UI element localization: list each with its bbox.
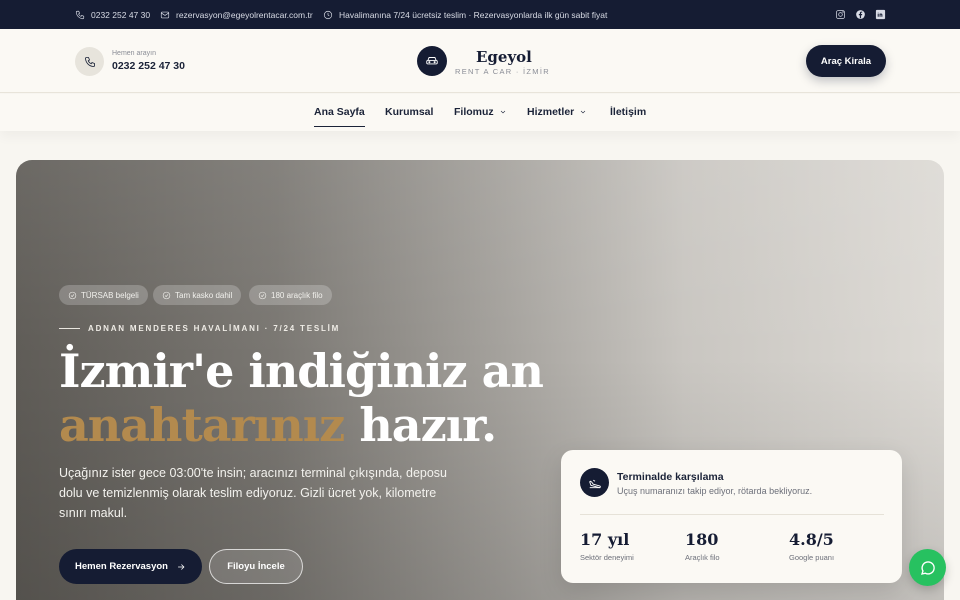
phone-icon xyxy=(84,56,95,67)
hero-section: TÜRSAB belgeli Tam kasko dahil 180 araçl… xyxy=(16,160,944,600)
topbar-phone-link[interactable]: 0232 252 47 30 xyxy=(75,0,150,29)
headline-highlight: anahtarınız xyxy=(59,398,345,452)
stat-value: 4.8/5 xyxy=(789,530,834,549)
nav-item-label: Filomuz xyxy=(454,106,494,118)
hero-lead: Uçağınız ister gece 03:00'te insin; arac… xyxy=(59,466,448,520)
reserve-button-label: Hemen Rezervasyon xyxy=(75,561,168,572)
stat-label: Google puanı xyxy=(789,553,835,562)
card-icon xyxy=(580,468,609,497)
badge-insurance: Tam kasko dahil xyxy=(153,285,242,305)
stat-label: Araçlık filo xyxy=(685,553,720,562)
card-description: Uçuş numaranızı takip ediyor, rötarda be… xyxy=(617,486,813,496)
topbar-phone: 0232 252 47 30 xyxy=(91,9,151,20)
main-nav: Ana Sayfa Kurumsal Filomuz Hizmetler İle… xyxy=(0,94,960,131)
headline-line-2: anahtarınız hazır. xyxy=(59,398,543,452)
brand-subtitle: RENT A CAR · İZMİR xyxy=(455,67,550,76)
nav-item-contact[interactable]: İletişim xyxy=(610,94,646,130)
whatsapp-button[interactable] xyxy=(909,549,946,586)
stat-experience: 17 yıl Sektör deneyimi xyxy=(580,530,634,562)
clock-icon xyxy=(323,10,333,19)
car-icon xyxy=(426,57,438,65)
stat-fleet: 180 Araçlık filo xyxy=(685,530,720,562)
arrow-right-icon xyxy=(178,563,185,570)
badge-fleet: 180 araçlık filo xyxy=(249,285,332,305)
linkedin-icon[interactable] xyxy=(875,9,886,20)
instagram-icon[interactable] xyxy=(835,9,846,20)
headline-rest: hazır. xyxy=(344,398,497,452)
nav-item-label: Kurumsal xyxy=(385,106,434,118)
call-button[interactable] xyxy=(75,47,104,76)
brand-name[interactable]: Egeyol xyxy=(476,48,532,66)
nav-item-home[interactable]: Ana Sayfa xyxy=(314,97,365,127)
mail-icon xyxy=(160,11,170,18)
nav-item-services[interactable]: Hizmetler xyxy=(527,94,587,130)
check-circle-icon xyxy=(258,291,267,299)
view-fleet-button[interactable]: Filoyu İncele xyxy=(209,549,303,584)
stat-value: 180 xyxy=(685,530,719,549)
nav-item-label: Ana Sayfa xyxy=(314,105,365,118)
card-title: Terminalde karşılama xyxy=(617,471,724,483)
hero-eyebrow: ADNAN MENDERES HAVALİMANI · 7/24 TESLİM xyxy=(88,324,341,333)
card-divider xyxy=(580,514,884,515)
nav-item-corporate[interactable]: Kurumsal xyxy=(385,94,433,130)
site-header: Hemen arayın 0232 252 47 30 Egeyol RENT … xyxy=(0,29,960,93)
badge-label: TÜRSAB belgeli xyxy=(81,290,139,300)
logo-badge[interactable] xyxy=(417,46,447,76)
top-bar: 0232 252 47 30 rezervasyon@egeyolrentaca… xyxy=(0,0,960,29)
hero-headline: İzmir'e indiğiniz an anahtarınız hazır. xyxy=(59,344,544,452)
phone-icon xyxy=(75,10,85,19)
stat-value: 17 yıl xyxy=(580,530,630,549)
eyebrow-divider xyxy=(59,328,80,329)
reserve-button[interactable]: Hemen Rezervasyon xyxy=(59,549,202,584)
topbar-notice-text: Havalimanına 7/24 ücretsiz teslim · Reze… xyxy=(339,9,608,20)
rent-car-button[interactable]: Araç Kirala xyxy=(806,45,886,77)
plane-landing-icon xyxy=(588,479,601,488)
chevron-down-icon xyxy=(581,110,586,114)
stat-label: Sektör deneyimi xyxy=(580,553,634,562)
call-label: Hemen arayın xyxy=(112,50,156,57)
nav-item-label: İletişim xyxy=(610,106,647,118)
badge-tursab: TÜRSAB belgeli xyxy=(59,285,148,305)
pickup-info-card: Terminalde karşılama Uçuş numaranızı tak… xyxy=(561,450,902,583)
stat-rating: 4.8/5 Google puanı xyxy=(789,530,834,562)
badge-label: Tam kasko dahil xyxy=(175,290,233,300)
topbar-notice: Havalimanına 7/24 ücretsiz teslim · Reze… xyxy=(323,0,607,29)
headline-line-1: İzmir'e indiğiniz an xyxy=(59,344,544,398)
nav-item-label: Hizmetler xyxy=(527,106,575,118)
check-circle-icon xyxy=(68,291,77,299)
facebook-icon[interactable] xyxy=(855,9,866,20)
topbar-email: rezervasyon@egeyolrentacar.com.tr xyxy=(176,9,313,20)
chevron-down-icon xyxy=(500,110,505,114)
call-number[interactable]: 0232 252 47 30 xyxy=(112,60,185,72)
check-circle-icon xyxy=(162,291,171,299)
topbar-email-link[interactable]: rezervasyon@egeyolrentacar.com.tr xyxy=(160,0,313,29)
badge-label: 180 araçlık filo xyxy=(271,290,323,300)
whatsapp-icon xyxy=(920,560,935,575)
nav-item-fleet[interactable]: Filomuz xyxy=(454,94,507,130)
